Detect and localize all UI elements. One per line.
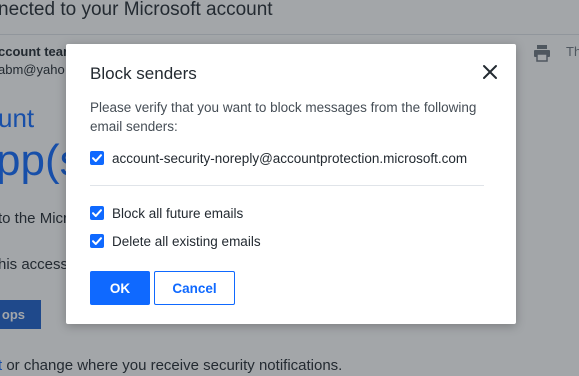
delete-existing-label[interactable]: Delete all existing emails <box>112 234 261 249</box>
ok-button[interactable]: OK <box>90 271 150 305</box>
delete-existing-checkbox[interactable] <box>90 234 104 248</box>
dialog-divider <box>90 185 484 186</box>
close-icon[interactable] <box>478 60 502 84</box>
checkmark-icon <box>92 209 102 217</box>
dialog-title: Block senders <box>90 64 197 83</box>
block-future-label[interactable]: Block all future emails <box>112 206 243 221</box>
checkmark-icon <box>92 237 102 245</box>
cancel-button[interactable]: Cancel <box>154 271 235 305</box>
block-future-option[interactable]: Block all future emails <box>90 204 243 222</box>
delete-existing-option[interactable]: Delete all existing emails <box>90 232 261 250</box>
sender-checkbox-row[interactable]: account-security-noreply@accountprotecti… <box>90 149 467 167</box>
block-senders-dialog: Block senders Please verify that you wan… <box>66 44 516 324</box>
sender-checkbox[interactable] <box>90 151 104 165</box>
sender-email-label[interactable]: account-security-noreply@accountprotecti… <box>112 151 467 166</box>
block-future-checkbox[interactable] <box>90 206 104 220</box>
checkmark-icon <box>92 154 102 162</box>
dialog-description: Please verify that you want to block mes… <box>90 100 477 134</box>
